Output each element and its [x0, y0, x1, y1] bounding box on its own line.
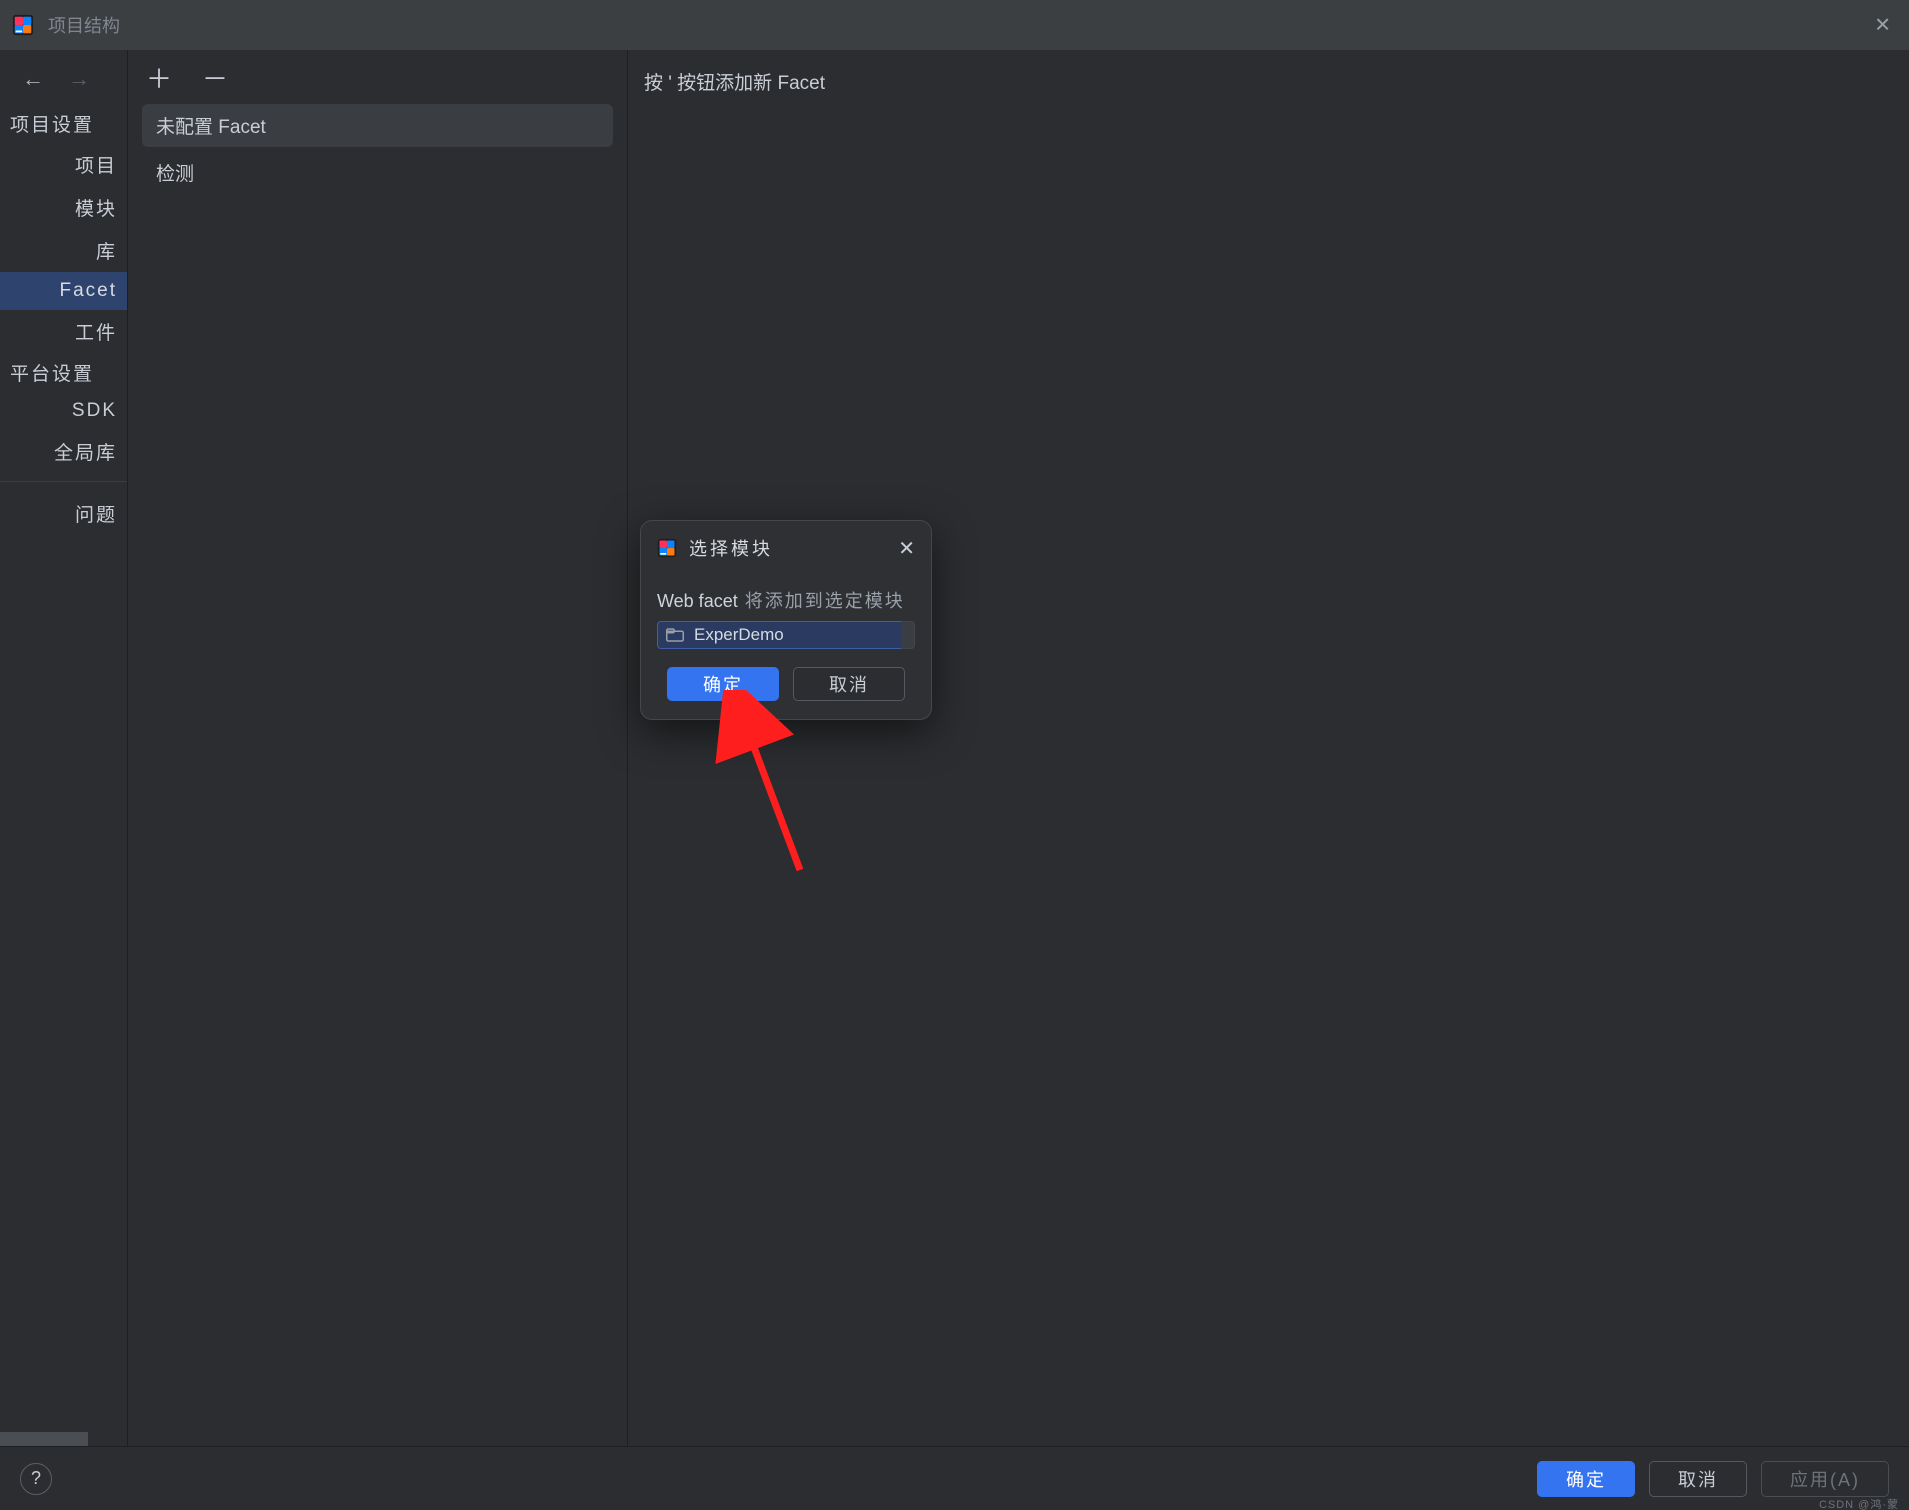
dialog-title: 选择模块 [689, 535, 773, 561]
sidebar-item-libraries[interactable]: 库 [0, 229, 127, 272]
sidebar-item-problems[interactable]: 问题 [0, 492, 127, 535]
choose-module-dialog: 选择模块 ✕ Web facet 将添加到选定模块 ExperDemo 确定 取… [640, 520, 932, 720]
sidebar-item-sdk[interactable]: SDK [0, 392, 127, 430]
help-icon: ? [31, 1468, 41, 1489]
sidebar-group-platform-settings: 平台设置 [0, 353, 127, 392]
dialog-desc-strong: Web facet [657, 591, 738, 611]
nav-back-icon[interactable]: ← [22, 68, 44, 90]
content-hint: 按 ' 按钮添加新 Facet [644, 68, 1893, 95]
module-select-handle[interactable] [901, 621, 915, 649]
content-panel: 按 ' 按钮添加新 Facet [628, 50, 1909, 1446]
intellij-icon [657, 538, 677, 558]
ok-button[interactable]: 确定 [1537, 1461, 1635, 1497]
titlebar: 项目结构 ✕ [0, 0, 1909, 50]
watermark: CSDN @鸿·蒙 [1819, 1496, 1899, 1510]
sidebar-item-artifacts[interactable]: 工件 [0, 310, 127, 353]
sidebar-item-global-libraries[interactable]: 全局库 [0, 430, 127, 473]
sidebar-item-project[interactable]: 项目 [0, 143, 127, 186]
facet-item-unconfigured[interactable]: 未配置 Facet [142, 104, 613, 147]
sidebar-item-modules[interactable]: 模块 [0, 186, 127, 229]
window-close-icon[interactable]: ✕ [1874, 13, 1891, 38]
help-button[interactable]: ? [20, 1463, 52, 1495]
dialog-ok-button[interactable]: 确定 [667, 667, 779, 701]
bottombar: ? 确定 取消 应用(A) CSDN @鸿·蒙 [0, 1446, 1909, 1510]
facet-list-panel: ＋ － 未配置 Facet 检测 [128, 50, 628, 1446]
sidebar-scroll-track[interactable] [0, 1432, 88, 1446]
window-title: 项目结构 [48, 12, 120, 38]
sidebar-item-facet[interactable]: Facet [0, 272, 127, 310]
dialog-close-icon[interactable]: ✕ [898, 536, 915, 561]
module-select-field[interactable]: ExperDemo [657, 621, 901, 649]
facet-item-detection[interactable]: 检测 [142, 151, 613, 194]
intellij-icon [12, 14, 34, 36]
sidebar: ← → 项目设置 项目 模块 库 Facet 工件 平台设置 SDK 全局库 问… [0, 50, 128, 1446]
sidebar-separator [0, 481, 127, 482]
dialog-description: Web facet 将添加到选定模块 [657, 587, 915, 613]
cancel-button[interactable]: 取消 [1649, 1461, 1747, 1497]
nav-forward-icon[interactable]: → [68, 68, 90, 90]
add-facet-icon[interactable]: ＋ [146, 66, 172, 92]
apply-button: 应用(A) [1761, 1461, 1889, 1497]
dialog-cancel-button[interactable]: 取消 [793, 667, 905, 701]
sidebar-group-project-settings: 项目设置 [0, 104, 127, 143]
remove-facet-icon[interactable]: － [202, 66, 228, 92]
module-select-value: ExperDemo [694, 625, 784, 645]
dialog-desc-rest: 将添加到选定模块 [738, 591, 905, 611]
module-icon [666, 628, 684, 642]
